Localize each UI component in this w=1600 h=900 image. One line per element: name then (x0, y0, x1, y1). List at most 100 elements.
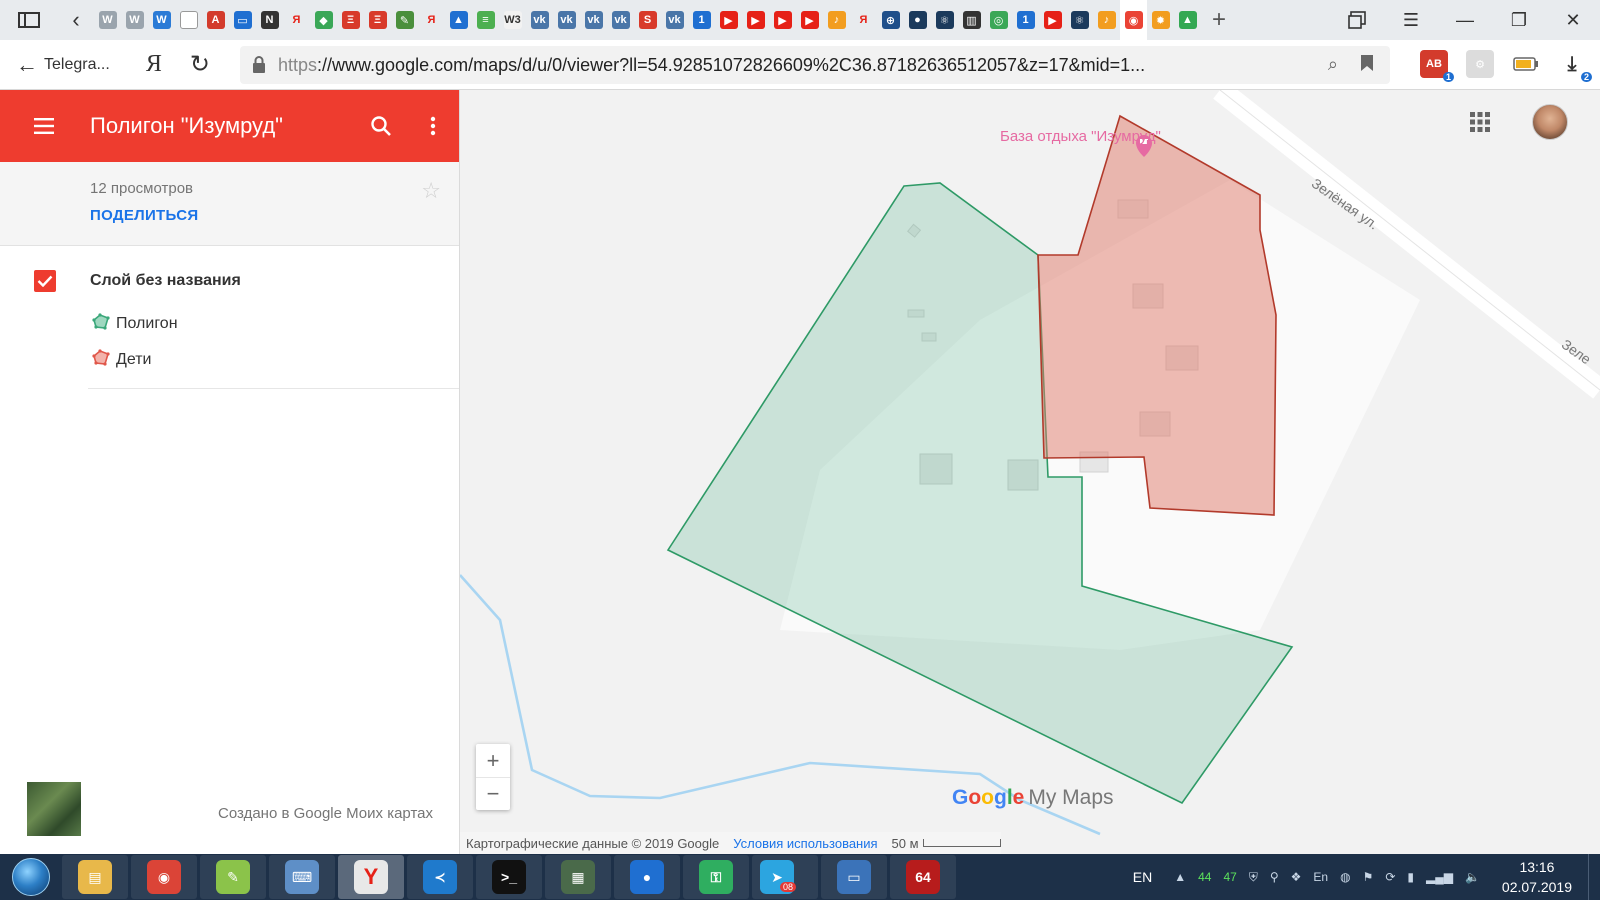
taskbar-remote-desktop[interactable]: ▭ (821, 855, 887, 899)
tab-vk-icon[interactable]: vk (553, 0, 580, 40)
battery-tray-icon[interactable]: ▮ (1407, 870, 1414, 884)
share-button[interactable]: ПОДЕЛИТЬСЯ (90, 207, 459, 224)
tab-tool-icon[interactable]: ✎ (391, 0, 418, 40)
taskbar-chrome[interactable]: ◉ (131, 855, 197, 899)
sync-icon[interactable]: ⟳ (1385, 870, 1395, 884)
input-method-icon[interactable]: En (1313, 870, 1328, 884)
tab-one-icon[interactable]: 1 (1012, 0, 1039, 40)
tray-expand-icon[interactable]: ▲ (1174, 870, 1186, 884)
show-desktop-button[interactable] (1588, 854, 1600, 900)
tray-counter-1[interactable]: 44 (1198, 870, 1211, 884)
shield-icon[interactable]: ⛨ (1249, 870, 1258, 885)
basemap-thumbnail[interactable] (27, 782, 81, 836)
tab-w3-icon[interactable]: W3 (499, 0, 526, 40)
google-apps-icon[interactable] (1470, 112, 1490, 137)
new-tab-icon[interactable]: + (1201, 0, 1237, 40)
browser-menu-icon[interactable]: ☰ (1384, 0, 1438, 40)
tab-one-icon[interactable]: 1 (688, 0, 715, 40)
account-avatar[interactable] (1532, 104, 1568, 140)
close-window-icon[interactable]: ✕ (1546, 0, 1600, 40)
tab-doc-icon[interactable]: W (121, 0, 148, 40)
tab-page-icon[interactable] (175, 0, 202, 40)
lock-icon[interactable] (240, 56, 278, 74)
tab-youtube-icon[interactable]: ▶ (769, 0, 796, 40)
usb-icon[interactable]: ⚲ (1270, 870, 1279, 884)
taskbar-explorer[interactable]: ▤ (62, 855, 128, 899)
signal-icon[interactable]: ▂▄▆ (1426, 870, 1453, 884)
tab-yandex-icon[interactable]: Я (283, 0, 310, 40)
tab-youtube-icon[interactable]: ▶ (796, 0, 823, 40)
taskbar-cmd[interactable]: >_ (476, 855, 542, 899)
tab-drive-icon[interactable]: ▲ (1174, 0, 1201, 40)
taskbar-keyboard[interactable]: ⌨ (269, 855, 335, 899)
clock[interactable]: 13:16 02.07.2019 (1502, 857, 1572, 897)
taskbar-telegram[interactable]: ➤ 08 (752, 855, 818, 899)
bookmark-icon[interactable] (1360, 54, 1374, 77)
url-input[interactable]: https://www.google.com/maps/d/u/0/viewer… (240, 46, 1390, 84)
tab-yandex-icon[interactable]: Я (850, 0, 877, 40)
downloads-icon[interactable]: ⤓ 2 (1558, 50, 1592, 82)
tab-nums-icon[interactable]: N (256, 0, 283, 40)
back-button[interactable]: ← Telegra... (16, 52, 110, 78)
sidebar-toggle-icon[interactable] (0, 0, 58, 40)
taskbar-monitor[interactable]: ▦ (545, 855, 611, 899)
tab-mymaps-icon[interactable]: ◉ (1120, 0, 1147, 40)
dropbox-icon[interactable]: ❖ (1291, 870, 1302, 884)
tab-wp-icon[interactable]: W (148, 0, 175, 40)
tray-counter-2[interactable]: 47 (1223, 870, 1236, 884)
tab-react-icon[interactable]: ⚛ (1066, 0, 1093, 40)
network-status-icon[interactable]: ◍ (1340, 870, 1350, 884)
tab-chart-icon[interactable]: ▥ (958, 0, 985, 40)
minimize-icon[interactable]: — (1438, 0, 1492, 40)
taskbar-location[interactable]: ● (614, 855, 680, 899)
feature-item-children[interactable]: Дети (0, 342, 459, 378)
tab-vk-icon[interactable]: vk (526, 0, 553, 40)
tab-youtube-icon[interactable]: ▶ (715, 0, 742, 40)
tab-sun-icon[interactable]: ✹ (1147, 0, 1174, 40)
taskbar-vscode[interactable]: ≺ (407, 855, 473, 899)
tab-list-icon[interactable]: Ξ (364, 0, 391, 40)
tab-list-icon[interactable]: Ξ (337, 0, 364, 40)
search-page-icon[interactable]: ⌕ (1328, 54, 1338, 77)
tab-manager-icon[interactable] (1330, 0, 1384, 40)
layer-visibility-checkbox[interactable] (34, 270, 56, 292)
taskbar-yandex-browser[interactable]: Y (338, 855, 404, 899)
poi-label[interactable]: База отдыха "Изумруд" (1000, 128, 1161, 145)
adblock-icon[interactable]: AB 1 (1420, 50, 1454, 82)
feature-item-polygon[interactable]: Полигон (0, 306, 459, 342)
map-scale[interactable]: 50 м (892, 836, 1001, 851)
reload-icon[interactable]: ↻ (190, 50, 210, 79)
taskbar-bug[interactable]: 64 (890, 855, 956, 899)
tab-react-icon[interactable]: ⚛ (931, 0, 958, 40)
tab-cloud-icon[interactable]: ● (904, 0, 931, 40)
volume-icon[interactable]: 🔈 (1465, 870, 1480, 884)
tab-music-icon[interactable]: ♪ (823, 0, 850, 40)
zoom-out-button[interactable]: − (476, 777, 510, 810)
tab-sberbank-icon[interactable]: S (634, 0, 661, 40)
tab-bird-icon[interactable]: ▲ (445, 0, 472, 40)
star-icon[interactable]: ☆ (421, 178, 441, 204)
restore-icon[interactable]: ❐ (1492, 0, 1546, 40)
tabs-scroll-left-icon[interactable]: ‹ (58, 0, 94, 40)
zoom-in-button[interactable]: + (476, 744, 510, 777)
tab-maps-icon[interactable]: ◆ (310, 0, 337, 40)
tab-globe-icon[interactable]: ◎ (985, 0, 1012, 40)
tab-chat-icon[interactable]: ▭ (229, 0, 256, 40)
terms-link[interactable]: Условия использования (733, 836, 877, 851)
tab-abp-icon[interactable]: A (202, 0, 229, 40)
taskbar-vpn[interactable]: ⚿ (683, 855, 749, 899)
gear-extension-icon[interactable]: ⚙ (1466, 50, 1494, 78)
start-button[interactable] (0, 854, 62, 900)
tab-vk-icon[interactable]: vk (607, 0, 634, 40)
tab-music-icon[interactable]: ♪ (1093, 0, 1120, 40)
tab-sheet-icon[interactable]: ≡ (472, 0, 499, 40)
tab-team-icon[interactable]: ⊕ (877, 0, 904, 40)
taskbar-notes[interactable]: ✎ (200, 855, 266, 899)
map-canvas[interactable]: База отдыха "Изумруд" Зелёная ул. Зеле +… (460, 90, 1600, 854)
language-indicator[interactable]: EN (1133, 869, 1152, 885)
flag-icon[interactable]: ⚑ (1363, 870, 1374, 884)
tab-youtube-icon[interactable]: ▶ (742, 0, 769, 40)
tab-vk-icon[interactable]: vk (580, 0, 607, 40)
battery-icon[interactable] (1512, 50, 1540, 78)
search-icon[interactable] (355, 115, 407, 137)
